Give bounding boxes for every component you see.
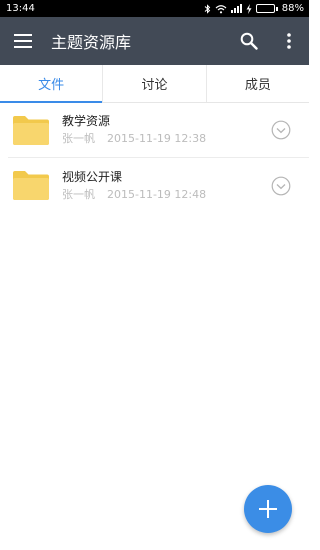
status-bar: 13:44 88%	[0, 0, 309, 17]
tab-files[interactable]: 文件	[0, 65, 104, 103]
menu-icon	[14, 34, 32, 48]
file-date: 2015-11-19 12:38	[107, 132, 207, 145]
file-list-item[interactable]: 视频公开课 张一帆 2015-11-19 12:48	[8, 158, 309, 213]
battery-icon	[255, 4, 278, 13]
menu-button[interactable]	[0, 17, 46, 65]
file-owner: 张一帆	[62, 132, 95, 145]
file-list-item[interactable]: 教学资源 张一帆 2015-11-19 12:38	[8, 103, 309, 158]
folder-icon	[12, 114, 50, 146]
bluetooth-icon	[204, 3, 210, 14]
file-date: 2015-11-19 12:48	[107, 187, 207, 201]
file-name: 教学资源	[62, 114, 111, 128]
charging-icon	[246, 3, 252, 14]
file-info: 教学资源 张一帆 2015-11-19 12:38	[62, 113, 261, 147]
file-list: 教学资源 张一帆 2015-11-19 12:38 视频公开课 张一帆 2015-1…	[0, 103, 309, 213]
status-icons: 88%	[204, 3, 304, 14]
file-meta: 张一帆 2015-11-19 12:48	[62, 187, 261, 203]
file-meta: 张一帆 2015-11-19 12:38	[62, 131, 261, 147]
more-vert-icon	[287, 33, 291, 49]
search-icon	[240, 32, 258, 50]
wifi-icon	[215, 4, 227, 13]
folder-icon	[12, 170, 50, 202]
file-name: 视频公开课	[62, 169, 123, 184]
search-button[interactable]	[229, 17, 269, 65]
tab-bar: 文件 讨论 成员	[0, 65, 309, 103]
add-button[interactable]	[244, 485, 292, 533]
tab-members[interactable]: 成员	[207, 65, 309, 102]
more-options-button[interactable]	[269, 17, 309, 65]
signal-icon	[230, 4, 242, 13]
app-bar: 主题资源库	[0, 17, 309, 65]
page-title: 主题资源库	[51, 33, 132, 52]
status-time: 13:44	[6, 3, 35, 14]
tab-discussion[interactable]: 讨论	[103, 65, 207, 102]
expand-button[interactable]	[261, 110, 301, 150]
plus-icon	[259, 500, 277, 518]
chevron-down-circle-icon	[271, 120, 291, 140]
expand-button[interactable]	[261, 166, 301, 206]
battery-percent: 88%	[281, 3, 304, 14]
file-info: 视频公开课 张一帆 2015-11-19 12:48	[62, 169, 261, 203]
file-owner: 张一帆	[62, 187, 95, 201]
chevron-down-circle-icon	[271, 176, 291, 195]
